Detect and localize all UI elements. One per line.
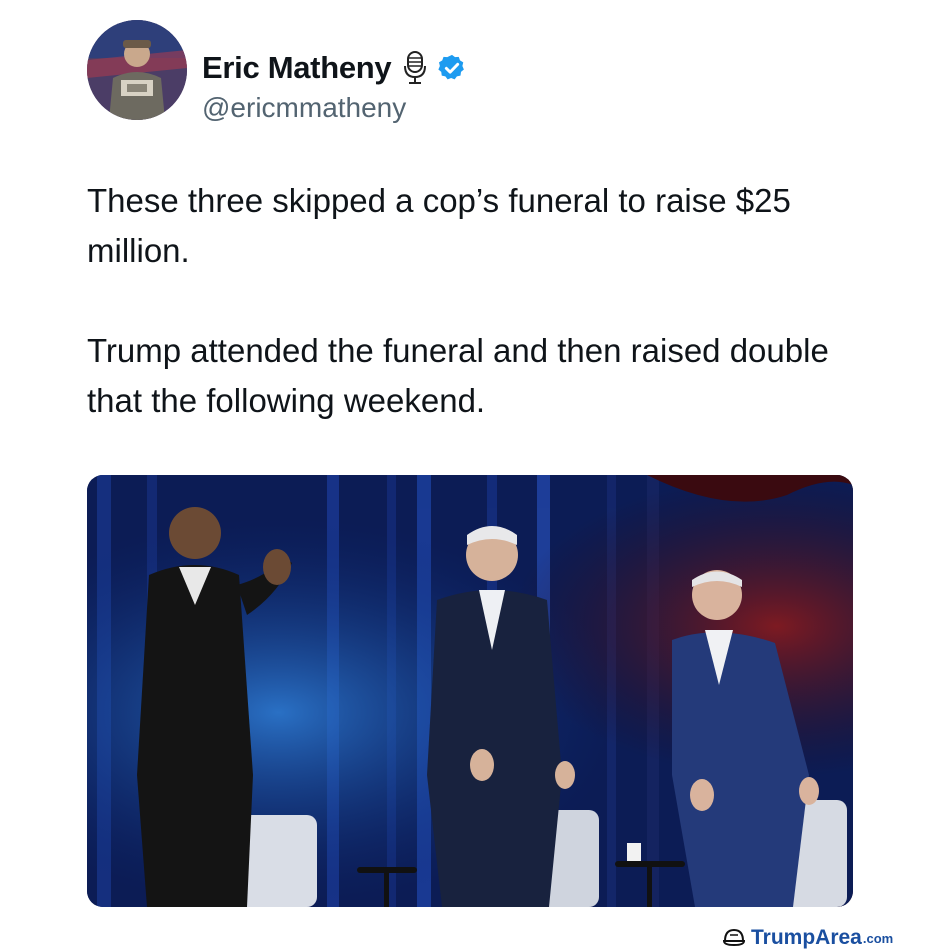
- microphone-icon: [401, 50, 429, 86]
- tweet-photo[interactable]: [87, 475, 853, 907]
- watermark-tld: .com: [862, 930, 894, 946]
- author-handle[interactable]: @ericmmatheny: [202, 92, 406, 124]
- tweet-paragraph: Trump attended the funeral and then rais…: [87, 332, 829, 419]
- tweet-paragraph: These three skipped a cop’s funeral to r…: [87, 182, 791, 269]
- verified-badge-icon: [437, 53, 467, 83]
- hat-icon: [722, 926, 746, 950]
- tweet-header: Eric Matheny @ericmmatheny: [87, 20, 547, 123]
- stage-photo: [87, 475, 853, 907]
- name-row: Eric Matheny: [202, 48, 467, 88]
- avatar-image: [87, 20, 187, 120]
- display-name[interactable]: Eric Matheny: [202, 50, 392, 86]
- site-watermark: TrumpArea .com: [722, 925, 893, 950]
- tweet-body: These three skipped a cop’s funeral to r…: [87, 176, 847, 426]
- watermark-name: TrumpArea: [751, 926, 862, 949]
- avatar[interactable]: [87, 20, 187, 120]
